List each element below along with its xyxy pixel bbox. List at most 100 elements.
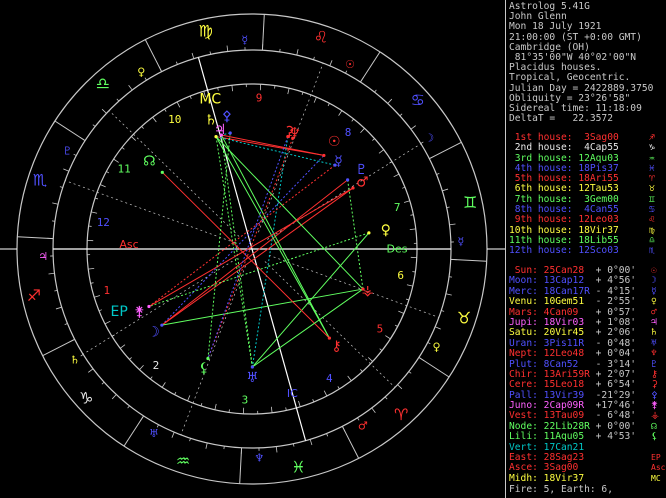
planet-position: 25Can28 [537,265,590,276]
planet-position: 15Leo18 [537,379,590,391]
planet-latitude: - 2°55' [589,296,637,308]
mc-label: MC [199,92,221,108]
degree-tick [378,149,385,154]
planet-latitude: + 0°00' [589,420,637,432]
degree-tick [347,375,352,382]
planet-latitude: + 1°08' [589,316,637,328]
planet-glyph: ☊ [143,153,155,169]
degree-tick [121,147,125,150]
degree-tick [189,95,192,99]
planet-position: 13Ari59R [537,368,590,380]
degree-tick [368,357,373,362]
planet-marker [219,133,223,137]
planet-name: Juno: [509,400,538,412]
degree-tick [79,137,86,141]
planet-icon: ⚸ [651,431,659,443]
degree-tick [128,85,133,91]
degree-tick [371,407,376,413]
planet-latitude: - 0°48' [589,337,637,349]
degree-tick [80,354,84,357]
zodiac-sign-icon: ♍ [198,21,212,40]
planet-position: 4Can09 [537,306,590,318]
east-point-label: EP [111,304,128,320]
planet-position: 13Tau09 [537,410,590,422]
degree-tick [106,171,110,174]
house-number: 2 [153,359,160,372]
degree-tick [372,138,375,141]
house-number: 9 [256,92,263,105]
degree-tick [298,400,301,407]
planet-name: Satu: [509,327,538,339]
degree-tick [402,186,406,189]
house-number: 10 [168,113,181,126]
degree-tick [129,357,132,360]
degree-tick [397,384,403,390]
planet-glyph: ⚴ [222,108,232,124]
aspect-line [161,288,364,326]
degree-tick [341,426,346,432]
degree-tick [427,342,431,345]
degree-tick [73,153,77,156]
degree-tick [119,344,126,349]
planet-latitude: + 4°53' [589,431,637,443]
house-number: 1 [104,284,111,297]
planet-marker [160,323,164,327]
planet-marker [322,153,326,158]
degree-tick [435,326,441,330]
degree-tick [99,184,106,188]
planet-icon: Asc [651,463,666,473]
degree-tick [313,56,315,60]
planet-marker [346,178,350,182]
degree-tick [379,348,383,351]
planet-marker [228,131,232,135]
aspect-line [215,136,324,156]
house-sign-icon: ♏ [649,245,655,257]
planet-name: Asce: [509,462,538,474]
planet-name: Sun: [509,265,538,276]
aspect-line [207,138,294,359]
degree-tick [187,395,191,402]
planet-name: Midh: [509,472,538,484]
planet-position: 12Leo48 [537,348,590,360]
planet-position: 3Pis11R [537,337,590,349]
planet-icon: EP [651,453,661,463]
zodiac-sign-icon: ♐ [27,286,41,305]
degree-tick [171,432,175,438]
planet-latitude: - 4°15' [589,285,637,297]
planet-position: 11Aqu05 [537,431,590,443]
aspect-line [347,179,364,290]
degree-tick [351,118,354,122]
info-line: Tropical, Geocentric. [509,72,631,84]
planet-latitude: + 4°56' [589,275,637,287]
house-cusp-line [65,180,236,244]
degree-tick [63,168,69,172]
degree-tick [323,390,328,397]
house-number: 4 [326,372,333,385]
house-number: 12 [97,216,110,229]
planet-name: Pall: [509,389,538,401]
degree-tick [98,309,102,312]
degree-tick [150,376,153,380]
degree-tick [164,108,167,112]
info-line: DeltaT = 22.3572 [509,113,613,125]
house-cusp-line [82,258,237,355]
aspect-line [220,134,330,339]
degree-tick [131,136,136,141]
planet-marker [147,304,151,309]
planet-latitude: +17°46' [589,400,637,412]
sign-ruler-icon: ♀ [433,341,441,354]
degree-tick [374,89,377,93]
planet-glyph: ⚵ [134,304,144,320]
degree-tick [313,96,317,103]
planet-glyph: ♀ [381,223,391,239]
house-number: 11 [117,162,130,175]
degree-tick [270,406,273,413]
planet-glyph: ⚳ [284,124,294,140]
degree-tick [214,403,217,410]
house-number: 6 [397,269,404,282]
degree-tick [111,394,117,400]
zodiac-sign-icon: ♋ [411,90,425,109]
planet-position: 18Vir03 [537,316,590,328]
planet-glyph: ♄ [205,112,218,128]
aspect-line [215,136,336,166]
